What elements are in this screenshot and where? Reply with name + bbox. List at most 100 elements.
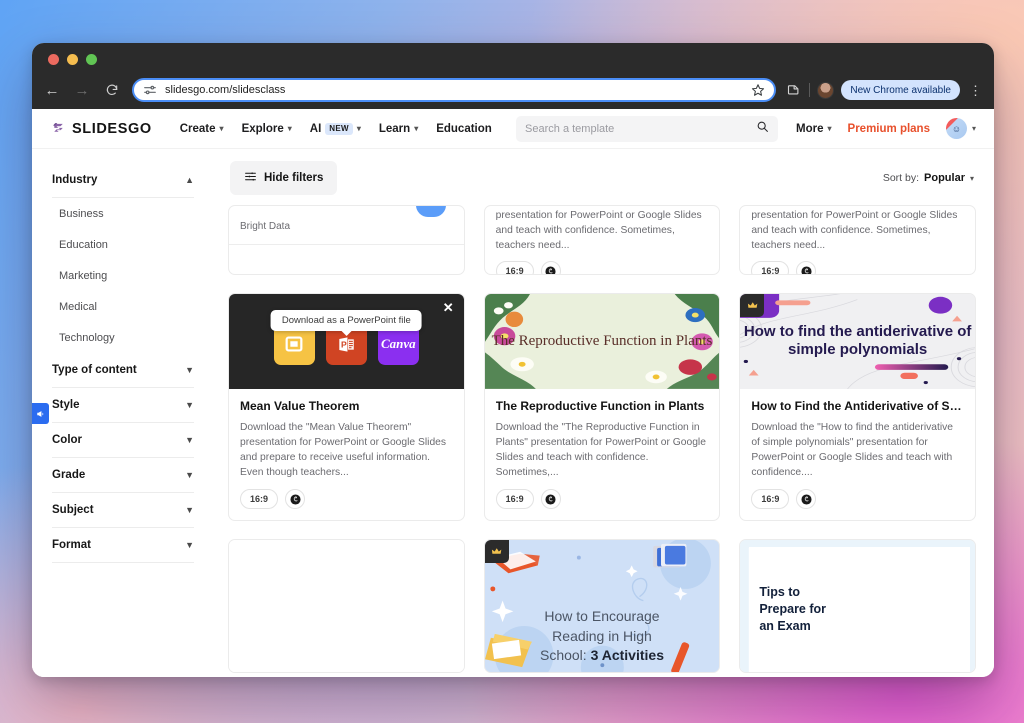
nav-item-create[interactable]: Create ▾: [180, 123, 224, 135]
chevron-down-icon[interactable]: ▾: [972, 124, 976, 133]
address-bar-url[interactable]: slidesgo.com/slidesclass: [165, 84, 743, 96]
search-icon[interactable]: [756, 120, 769, 138]
download-overlay: ✕ Download as a PowerPoint file P Canva: [229, 294, 464, 389]
premium-plans-link[interactable]: Premium plans: [848, 123, 930, 135]
template-thumbnail[interactable]: How to find the antiderivative of simple…: [740, 294, 975, 389]
canva-circle-icon[interactable]: [796, 261, 817, 274]
filter-option-business[interactable]: Business: [52, 198, 194, 229]
template-card-antiderivative[interactable]: How to find the antiderivative of simple…: [739, 293, 976, 521]
thumbnail-title-line3b: 3 Activities: [590, 647, 664, 664]
card-badges: 16:9: [495, 261, 709, 274]
filter-option-technology[interactable]: Technology: [52, 322, 194, 353]
sort-by-control[interactable]: Sort by: Popular ▾: [883, 172, 974, 184]
new-badge: NEW: [325, 122, 353, 135]
template-card-blank[interactable]: [228, 539, 465, 673]
ad-card[interactable]: Bright Data: [228, 205, 465, 275]
chrome-update-pill[interactable]: New Chrome available: [841, 80, 960, 100]
aspect-ratio-badge[interactable]: 16:9: [495, 261, 534, 274]
extensions-icon[interactable]: [786, 82, 802, 98]
nav-item-education[interactable]: Education: [436, 123, 492, 135]
card-badges: 16:9: [751, 261, 964, 274]
close-icon[interactable]: ✕: [443, 301, 454, 314]
canva-circle-icon[interactable]: [285, 489, 306, 509]
template-thumbnail[interactable]: [229, 540, 464, 672]
search-input[interactable]: [525, 122, 751, 135]
search-box[interactable]: [516, 115, 779, 142]
template-card-reproductive-function-in-plants[interactable]: The Reproductive Function in Plants The …: [483, 293, 721, 521]
forward-arrow-icon[interactable]: →: [72, 80, 92, 100]
address-bar[interactable]: slidesgo.com/slidesclass: [132, 78, 777, 102]
nav-label: AI: [309, 122, 322, 135]
filter-title: Industry: [52, 174, 98, 186]
aspect-ratio-badge[interactable]: 16:9: [751, 489, 790, 509]
aspect-ratio-badge[interactable]: 16:9: [495, 489, 534, 509]
toolbar-divider: [809, 83, 811, 97]
divider: [229, 244, 464, 245]
filter-header-format[interactable]: Format ▼: [52, 528, 194, 562]
window-minimize-button[interactable]: [67, 53, 78, 65]
filter-title: Format: [52, 539, 91, 551]
filter-option-medical[interactable]: Medical: [52, 291, 194, 322]
template-thumbnail[interactable]: How to Encourage Reading in High School:…: [484, 540, 720, 672]
nav-item-more[interactable]: More ▾: [796, 123, 832, 135]
premium-crown-icon: [740, 294, 765, 317]
chevron-down-icon: ▼: [185, 365, 194, 375]
slidesgo-logo[interactable]: SLIDESGO: [50, 120, 152, 137]
aspect-ratio-badge[interactable]: 16:9: [240, 489, 279, 509]
template-thumbnail[interactable]: ✕ Download as a PowerPoint file P Canva: [229, 294, 464, 389]
user-avatar[interactable]: ☺: [945, 118, 967, 139]
template-card-tips-prepare-exam[interactable]: Tips to Prepare for an Exam: [739, 539, 976, 673]
profile-avatar[interactable]: [817, 81, 835, 99]
nav-item-ai[interactable]: AI NEW ▾: [309, 122, 361, 135]
template-card-mean-value-theorem[interactable]: ✕ Download as a PowerPoint file P Canva …: [228, 293, 465, 521]
card-badges: 16:9: [240, 489, 453, 509]
card-description: Download the "The Reproductive Function …: [495, 421, 706, 478]
filter-header-industry[interactable]: Industry ▲: [52, 163, 194, 197]
reload-icon[interactable]: [102, 80, 122, 100]
filter-header-color[interactable]: Color ▼: [52, 423, 194, 457]
chevron-down-icon: ▼: [185, 505, 194, 515]
page-viewport: SLIDESGO Create ▾ Explore ▾ AI NEW ▾ Lea…: [32, 109, 994, 677]
star-icon[interactable]: [751, 83, 765, 97]
chevron-up-icon: ▲: [185, 175, 194, 185]
window-maximize-button[interactable]: [86, 53, 97, 65]
template-thumbnail[interactable]: The Reproductive Function in Plants: [484, 294, 720, 389]
aspect-ratio-badge[interactable]: 16:9: [751, 261, 790, 274]
partial-card[interactable]: presentation for PowerPoint or Google Sl…: [739, 205, 976, 275]
nav-item-explore[interactable]: Explore ▾: [242, 123, 292, 135]
browser-window: ← → slidesgo.com/slidesclass New Chrome …: [32, 43, 994, 677]
partial-card-body: presentation for PowerPoint or Google Sl…: [485, 206, 720, 274]
filter-title: Grade: [52, 469, 86, 481]
chevron-down-icon: ▾: [969, 173, 974, 183]
back-arrow-icon[interactable]: ←: [42, 80, 62, 100]
partial-results-row: Bright Data presentation for PowerPoint …: [228, 205, 976, 275]
partial-card[interactable]: presentation for PowerPoint or Google Sl…: [483, 205, 721, 275]
chevron-down-icon: ▼: [185, 470, 194, 480]
canva-circle-icon[interactable]: [540, 261, 561, 274]
template-card-encourage-reading[interactable]: How to Encourage Reading in High School:…: [483, 539, 721, 673]
filter-header-subject[interactable]: Subject ▼: [52, 493, 194, 527]
nav-item-learn[interactable]: Learn ▾: [379, 123, 418, 135]
card-title: The Reproductive Function in Plants: [495, 398, 705, 413]
filter-option-education[interactable]: Education: [52, 229, 194, 260]
sort-by-label: Sort by:: [882, 172, 920, 184]
filter-header-grade[interactable]: Grade ▼: [52, 458, 194, 492]
window-close-button[interactable]: [48, 53, 59, 65]
filter-header-type-of-content[interactable]: Type of content ▼: [52, 353, 194, 387]
chevron-down-icon: ▾: [219, 124, 224, 133]
chevron-down-icon: ▼: [185, 400, 194, 410]
slidesgo-header: SLIDESGO Create ▾ Explore ▾ AI NEW ▾ Lea…: [32, 109, 994, 149]
site-settings-icon[interactable]: [143, 83, 157, 97]
canva-circle-icon[interactable]: [796, 489, 817, 509]
canva-circle-icon[interactable]: [540, 489, 561, 509]
card-title: Mean Value Theorem: [240, 398, 360, 413]
toolbar-right-group: New Chrome available ⋮: [786, 80, 984, 100]
kebab-menu-icon[interactable]: ⋮: [967, 84, 984, 97]
hide-filters-button[interactable]: Hide filters: [230, 161, 338, 195]
template-thumbnail[interactable]: Tips to Prepare for an Exam: [740, 540, 975, 672]
card-description: Download the "How to find the antideriva…: [751, 421, 954, 478]
filter-option-marketing[interactable]: Marketing: [52, 260, 194, 291]
megaphone-feedback-icon[interactable]: [32, 403, 49, 424]
thumbnail-title-line2: Prepare for: [759, 602, 827, 617]
filter-header-style[interactable]: Style ▼: [52, 388, 194, 422]
